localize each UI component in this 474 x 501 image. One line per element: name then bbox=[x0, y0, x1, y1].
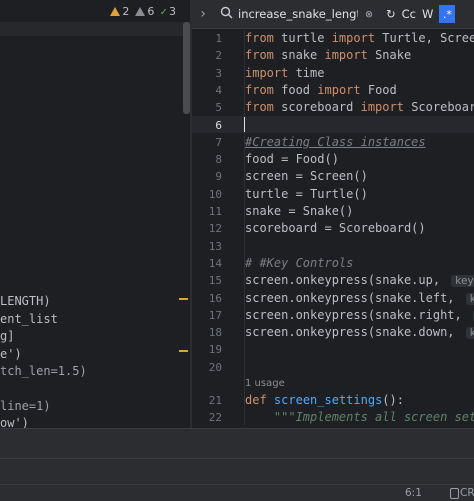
line-number[interactable]: 20 bbox=[192, 361, 222, 374]
line-number[interactable]: 7 bbox=[192, 136, 222, 149]
code-line[interactable]: def screen_settings(): bbox=[245, 393, 404, 407]
warning-badge[interactable]: 2 bbox=[110, 5, 129, 18]
code-line[interactable]: scoreboard = Scoreboard() bbox=[245, 221, 426, 235]
code-line[interactable]: snake = Snake() bbox=[245, 204, 353, 218]
left-code-line: ent_list bbox=[0, 312, 58, 326]
left-code-line: e') bbox=[0, 347, 22, 361]
left-code-line: ow') bbox=[0, 416, 29, 428]
line-number[interactable]: 6 bbox=[192, 119, 222, 132]
weak-warning-badge[interactable]: 6 bbox=[135, 5, 154, 18]
left-code-line: g] bbox=[0, 329, 15, 343]
status-bar: 6:1 CR bbox=[0, 484, 474, 501]
code-line[interactable]: screen.onkeypress(snake.up, key: "Up" bbox=[245, 273, 474, 288]
code-line[interactable]: screen.onkeypress(snake.left, key: "L bbox=[245, 291, 474, 305]
bottom-tool-panel[interactable] bbox=[0, 429, 474, 484]
left-current-line-strip bbox=[0, 22, 190, 36]
line-number[interactable]: 19 bbox=[192, 343, 222, 356]
find-input[interactable]: increase_snake_length bbox=[238, 7, 358, 21]
line-ending[interactable]: CR bbox=[460, 487, 474, 499]
code-line[interactable]: import time bbox=[245, 66, 324, 80]
replace-toggle-icon[interactable]: ↻ bbox=[386, 7, 396, 21]
line-number[interactable]: 11 bbox=[192, 205, 222, 218]
left-editor-pane[interactable]: 2 6 ✓ 3 LENGTH) ent_list g] e') tch_len=… bbox=[0, 0, 190, 428]
code-line[interactable]: #Creating Class instances bbox=[245, 135, 426, 149]
change-marker[interactable] bbox=[179, 350, 188, 352]
line-number[interactable]: 17 bbox=[192, 309, 222, 322]
chevron-right-icon[interactable]: › bbox=[192, 6, 214, 22]
line-number[interactable]: 2 bbox=[192, 49, 222, 62]
line-number[interactable]: 3 bbox=[192, 67, 222, 80]
parameter-hint: key: "D bbox=[465, 327, 474, 340]
match-case-toggle[interactable]: Cc bbox=[402, 7, 416, 21]
regex-toggle[interactable]: .* bbox=[439, 5, 456, 23]
code-line[interactable]: from scoreboard import Scoreboard bbox=[245, 100, 474, 114]
code-line[interactable]: from snake import Snake bbox=[245, 48, 411, 62]
code-line[interactable]: """Implements all screen settings bbox=[245, 410, 474, 424]
ok-count: 3 bbox=[169, 4, 176, 18]
warning-icon bbox=[110, 6, 121, 16]
find-bar[interactable]: › increase_snake_length ⊗ ↻ Cc W .* bbox=[192, 0, 474, 29]
line-number[interactable]: 5 bbox=[192, 101, 222, 114]
line-number[interactable]: 4 bbox=[192, 84, 222, 97]
line-number[interactable]: 13 bbox=[192, 240, 222, 253]
line-number[interactable]: 9 bbox=[192, 170, 222, 183]
code-line[interactable]: screen.onkeypress(snake.right, key: " bbox=[245, 308, 474, 322]
ok-badge[interactable]: ✓ 3 bbox=[160, 5, 176, 18]
left-code-line: tch_len=1.5) bbox=[0, 364, 87, 378]
line-number[interactable]: 18 bbox=[192, 326, 222, 339]
parameter-hint: key: "Up" bbox=[451, 275, 474, 288]
line-number[interactable]: 16 bbox=[192, 292, 222, 305]
parameter-hint: key: "L bbox=[465, 292, 474, 305]
search-icon[interactable] bbox=[214, 6, 238, 23]
text-caret bbox=[244, 117, 245, 132]
line-number[interactable]: 1 bbox=[192, 32, 222, 45]
caret-position[interactable]: 6:1 bbox=[405, 487, 422, 499]
line-number[interactable]: 15 bbox=[192, 274, 222, 287]
usages-hint[interactable]: 1 usage bbox=[245, 378, 285, 389]
left-scrollbar[interactable] bbox=[183, 22, 190, 114]
code-line[interactable]: screen = Screen() bbox=[245, 169, 368, 183]
clear-search-icon[interactable]: ⊗ bbox=[358, 7, 380, 21]
cursor-icon bbox=[450, 488, 459, 499]
line-number[interactable]: 14 bbox=[192, 257, 222, 270]
line-number[interactable]: 22 bbox=[192, 411, 222, 424]
whole-words-toggle[interactable]: W bbox=[422, 7, 433, 21]
left-code-line: LENGTH) bbox=[0, 294, 51, 308]
code-line[interactable]: screen.onkeypress(snake.down, key: "D bbox=[245, 325, 474, 340]
warning-count: 2 bbox=[122, 4, 130, 18]
line-number[interactable]: 21 bbox=[192, 394, 222, 407]
code-line[interactable]: food = Food() bbox=[245, 152, 339, 166]
bottom-panel-divider bbox=[0, 458, 474, 459]
weak-warning-icon bbox=[135, 6, 146, 16]
current-line-highlight bbox=[192, 116, 474, 133]
code-line[interactable]: from turtle import Turtle, Screen bbox=[245, 31, 474, 45]
left-code-line: line=1) bbox=[0, 399, 51, 413]
line-number[interactable]: 8 bbox=[192, 153, 222, 166]
main-editor[interactable]: › increase_snake_length ⊗ ↻ Cc W .* 1 us… bbox=[192, 0, 474, 428]
weak-warning-count: 6 bbox=[147, 4, 155, 18]
code-line[interactable]: from food import Food bbox=[245, 83, 397, 97]
line-number[interactable]: 12 bbox=[192, 222, 222, 235]
inspection-widget[interactable]: 2 6 ✓ 3 bbox=[0, 0, 190, 22]
code-line[interactable]: # #Key Controls bbox=[245, 256, 353, 270]
line-number[interactable]: 10 bbox=[192, 188, 222, 201]
change-marker[interactable] bbox=[179, 298, 188, 300]
code-line[interactable]: turtle = Turtle() bbox=[245, 187, 368, 201]
check-icon: ✓ bbox=[160, 4, 167, 18]
